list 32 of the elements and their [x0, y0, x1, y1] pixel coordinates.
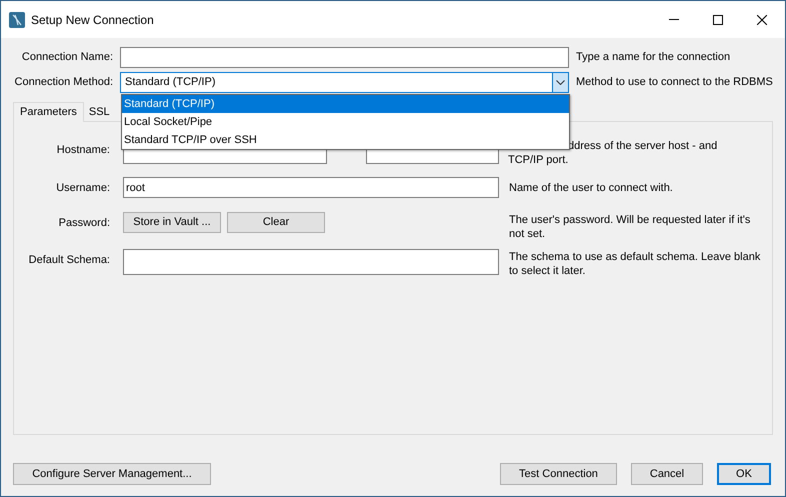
button[interactable]: Configure Server Management...	[13, 463, 211, 485]
hint-text: TCP/IP port.	[508, 153, 570, 167]
tab[interactable]: SSL	[84, 103, 115, 121]
field-label: Default Schema:	[28, 253, 110, 268]
hint-text: Type a name for the connection	[576, 50, 730, 66]
hint-text: Name of the user to connect with.	[509, 181, 673, 196]
button[interactable]: Cancel	[631, 463, 703, 485]
field-label: Hostname:	[56, 143, 110, 158]
tab[interactable]: Parameters	[13, 102, 84, 122]
hint-text: The user's password. Will be requested later if it's not set.	[509, 213, 752, 241]
button[interactable]: Test Connection	[500, 463, 617, 485]
dropdown-option[interactable]: Standard TCP/IP over SSH	[122, 131, 569, 149]
field-label: Password:	[58, 216, 110, 231]
hint-text: Method to use to connect to the RDBMS	[576, 75, 773, 90]
dropdown[interactable]: Standard (TCP/IP)	[120, 72, 569, 93]
window-title: Setup New Connection	[31, 12, 154, 28]
input-field[interactable]	[123, 249, 499, 275]
field-label: Username:	[55, 181, 110, 196]
dropdown-option[interactable]: Standard (TCP/IP)	[122, 95, 569, 113]
input-field[interactable]	[120, 47, 569, 68]
button[interactable]: OK	[717, 463, 771, 485]
close-icon[interactable]	[757, 14, 767, 24]
field-label: Connection Name:	[20, 50, 113, 66]
input-field[interactable]: root	[123, 177, 499, 198]
hint-text: The schema to use as default schema. Leave blank to select it later.	[509, 250, 762, 278]
app-icon	[9, 12, 25, 28]
dropdown-option[interactable]: Local Socket/Pipe	[122, 113, 569, 131]
button[interactable]: Clear	[227, 212, 325, 233]
caret-icon	[556, 80, 565, 85]
button[interactable]: Store in Vault ...	[123, 212, 221, 233]
field-label: Connection Method:	[14, 75, 113, 90]
maximize-icon[interactable]	[713, 14, 723, 24]
